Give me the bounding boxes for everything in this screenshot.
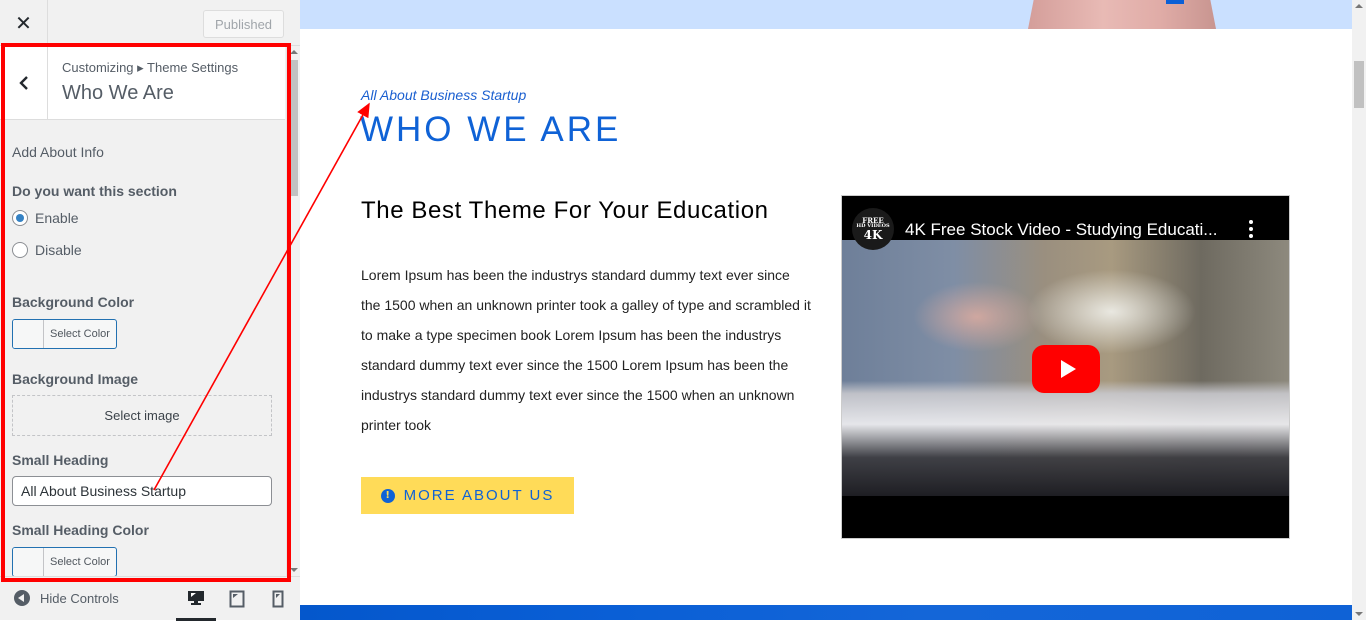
preview-scrollbar[interactable] bbox=[1352, 0, 1366, 620]
desktop-icon bbox=[188, 590, 204, 605]
section-description: Add About Info bbox=[12, 144, 104, 160]
scroll-up-arrow-icon[interactable] bbox=[1355, 4, 1363, 8]
about-body-text: Lorem Ipsum has been the industrys stand… bbox=[361, 267, 811, 433]
panel-scrollbar[interactable] bbox=[286, 46, 300, 576]
chevron-left-icon bbox=[18, 75, 28, 90]
more-about-us-button[interactable]: ! MORE ABOUT US bbox=[361, 477, 574, 514]
small-heading-color-title: Small Heading Color bbox=[12, 522, 149, 538]
color-swatch bbox=[13, 548, 44, 576]
published-button[interactable]: Published bbox=[203, 10, 284, 38]
small-heading-title: Small Heading bbox=[12, 452, 109, 468]
customizer-header: ✕ Published bbox=[0, 0, 300, 46]
collapse-arrow-icon bbox=[14, 590, 30, 606]
radio-button-unchecked[interactable] bbox=[12, 242, 28, 258]
select-image-button[interactable]: Select image bbox=[12, 395, 272, 436]
preview-tablet-button[interactable] bbox=[217, 577, 257, 621]
site-preview: All About Business Startup WHO WE ARE Th… bbox=[300, 0, 1352, 620]
channel-logo-icon[interactable]: FREE HD VIDEOS 4K bbox=[852, 208, 894, 250]
video-letterbox bbox=[842, 496, 1289, 538]
section-header: Customizing ▸ Theme Settings Who We Are bbox=[0, 46, 285, 120]
tablet-icon bbox=[229, 590, 245, 608]
back-button[interactable] bbox=[0, 46, 48, 119]
panel-scrollbar-thumb[interactable] bbox=[289, 60, 298, 196]
section-panel: Customizing ▸ Theme Settings Who We Are … bbox=[0, 46, 300, 576]
mobile-icon bbox=[272, 590, 284, 608]
hero-person-image bbox=[1028, 0, 1216, 29]
scroll-down-arrow-icon[interactable] bbox=[290, 568, 298, 572]
customizer-sidebar: ✕ Published Customizing ▸ Theme Settings… bbox=[0, 0, 300, 621]
preview-mobile-button[interactable] bbox=[258, 577, 298, 621]
small-heading-color-picker[interactable]: Select Color bbox=[12, 547, 117, 576]
background-color-picker[interactable]: Select Color bbox=[12, 319, 117, 349]
about-small-heading: All About Business Startup bbox=[361, 87, 527, 103]
video-title[interactable]: 4K Free Stock Video - Studying Educati..… bbox=[905, 220, 1217, 240]
channel-logo-text: 4K bbox=[863, 228, 883, 242]
section-toggle-title: Do you want this section bbox=[12, 183, 177, 199]
background-color-title: Background Color bbox=[12, 294, 135, 310]
scroll-up-arrow-icon[interactable] bbox=[290, 50, 298, 54]
scroll-down-arrow-icon[interactable] bbox=[1355, 612, 1363, 616]
radio-enable[interactable]: Enable bbox=[12, 210, 79, 226]
radio-disable[interactable]: Disable bbox=[12, 242, 82, 258]
about-subheading: The Best Theme For Your Education bbox=[361, 197, 769, 224]
select-color-label: Select Color bbox=[50, 328, 110, 340]
section-title: Who We Are bbox=[62, 82, 174, 104]
next-section-banner bbox=[300, 605, 1352, 620]
background-image-title: Background Image bbox=[12, 371, 139, 387]
more-vertical-icon[interactable] bbox=[1246, 220, 1256, 238]
hide-controls-button[interactable]: Hide Controls bbox=[14, 590, 119, 606]
hide-controls-label: Hide Controls bbox=[40, 590, 119, 606]
youtube-play-icon[interactable] bbox=[1032, 345, 1100, 393]
info-exclamation-icon: ! bbox=[380, 488, 395, 503]
small-heading-input[interactable] bbox=[12, 476, 272, 506]
breadcrumb: Customizing ▸ Theme Settings bbox=[62, 60, 239, 75]
color-swatch bbox=[13, 320, 44, 348]
select-color-label: Select Color bbox=[50, 556, 110, 568]
youtube-video-embed[interactable]: FREE HD VIDEOS 4K 4K Free Stock Video - … bbox=[841, 195, 1290, 539]
customizer-footer: Hide Controls bbox=[0, 576, 300, 621]
preview-scrollbar-thumb[interactable] bbox=[1354, 61, 1364, 108]
radio-label: Enable bbox=[35, 210, 79, 226]
preview-desktop-button[interactable] bbox=[176, 577, 216, 621]
close-customizer-button[interactable]: ✕ bbox=[0, 0, 48, 46]
hero-banner-bottom bbox=[300, 0, 1352, 29]
about-heading: WHO WE ARE bbox=[360, 110, 622, 149]
hero-accent bbox=[1166, 0, 1184, 4]
radio-button-checked[interactable] bbox=[12, 210, 28, 226]
more-about-us-label: MORE ABOUT US bbox=[403, 487, 555, 504]
radio-label: Disable bbox=[35, 242, 82, 258]
